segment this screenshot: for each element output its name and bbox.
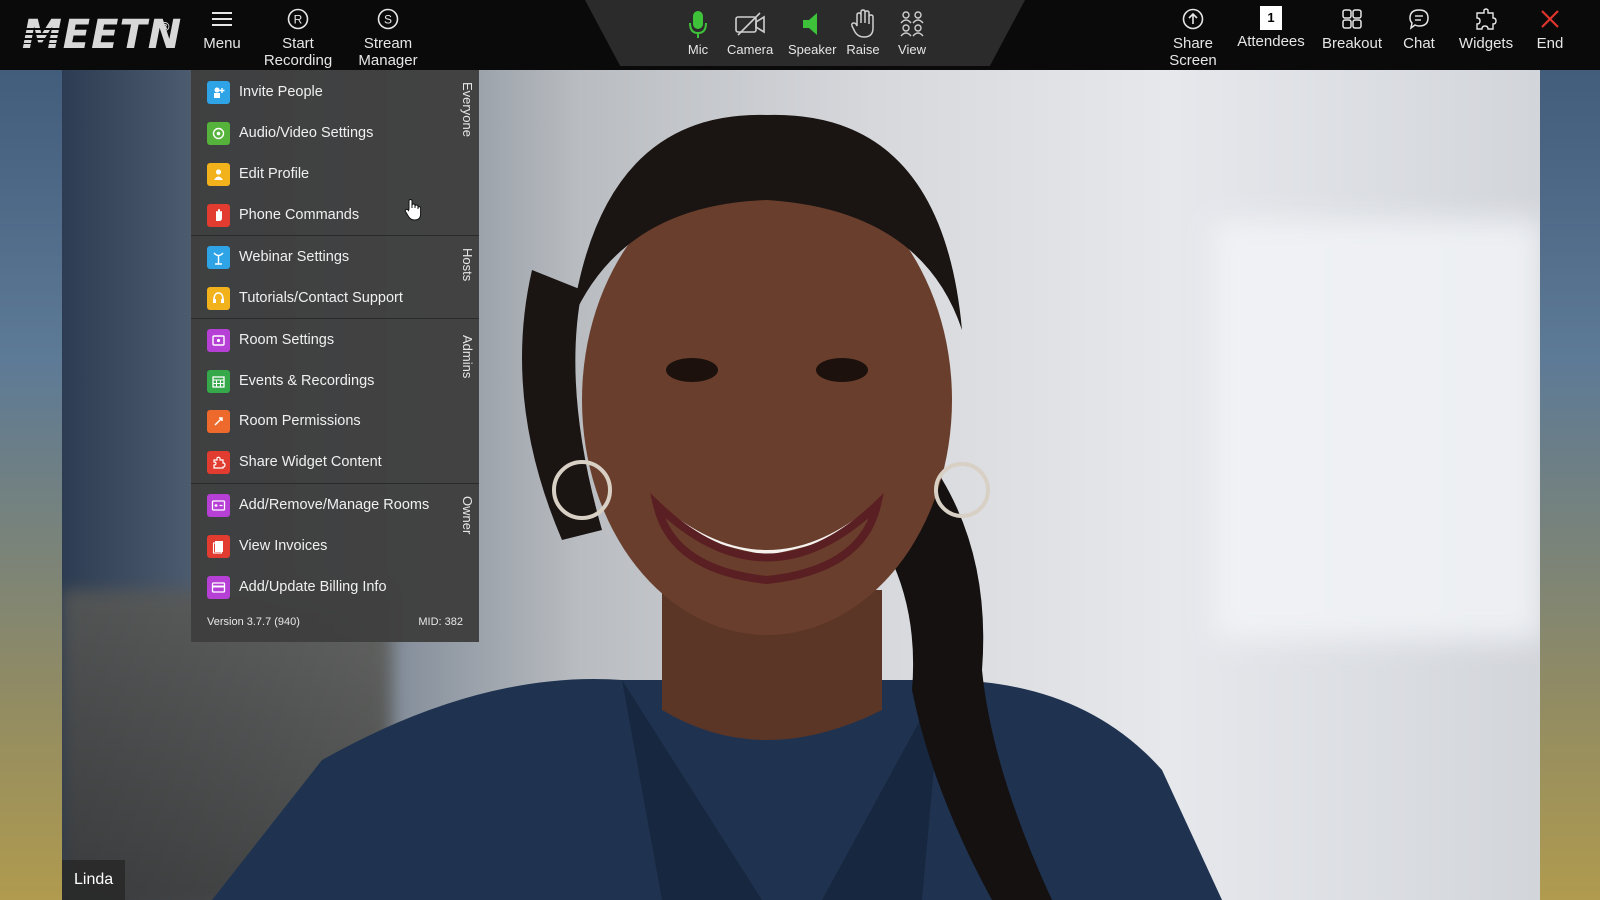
attendees-button[interactable]: 1 Attendees — [1236, 6, 1306, 50]
main-menu-panel: Everyone Hosts Admins Owner Invite Peopl… — [191, 70, 479, 642]
section-label-owner: Owner — [460, 496, 475, 535]
billing-icon — [207, 575, 230, 599]
menu-item-webinar-settings[interactable]: Webinar Settings — [207, 237, 457, 277]
raise-hand-button[interactable]: Raise — [845, 8, 881, 57]
calendar-icon — [207, 369, 230, 393]
top-toolbar: MEETN ® Menu R Start Recording S Stream … — [0, 0, 1600, 70]
phone-commands-icon — [207, 203, 230, 227]
stream-manager-button[interactable]: S Stream Manager — [352, 6, 424, 69]
permissions-icon — [207, 409, 230, 433]
svg-text:R: R — [294, 13, 303, 27]
menu-item-tutorials-contact-support[interactable]: Tutorials/Contact Support — [207, 278, 457, 318]
menu-footer: Version 3.7.7 (940) MID: 382 — [207, 616, 463, 634]
invoices-icon — [207, 534, 230, 558]
webinar-icon — [207, 245, 230, 269]
menu-item-room-settings[interactable]: Room Settings — [207, 320, 457, 360]
svg-text:S: S — [384, 13, 392, 27]
camera-button[interactable]: Camera — [727, 8, 773, 57]
participant-name-tag: Linda — [62, 860, 126, 900]
hamburger-icon — [212, 12, 232, 26]
speaker-button[interactable]: Speaker — [788, 8, 836, 57]
chat-button[interactable]: Chat — [1398, 6, 1440, 52]
stream-icon: S — [377, 8, 399, 30]
share-screen-button[interactable]: Share Screen — [1166, 6, 1220, 69]
microphone-icon — [689, 11, 707, 38]
section-label-everyone: Everyone — [460, 82, 475, 137]
camera-off-icon — [735, 12, 765, 36]
menu-item-view-invoices[interactable]: View Invoices — [207, 526, 457, 566]
section-label-admins: Admins — [460, 335, 475, 379]
av-settings-icon — [207, 121, 230, 145]
chat-icon — [1409, 9, 1429, 30]
menu-item-invite-people[interactable]: Invite People — [207, 72, 457, 112]
start-recording-button[interactable]: R Start Recording — [262, 6, 334, 69]
menu-item-events-recordings[interactable]: Events & Recordings — [207, 361, 457, 401]
section-label-hosts: Hosts — [460, 248, 475, 282]
widget-share-icon — [207, 450, 230, 474]
close-icon — [1541, 10, 1559, 28]
record-icon: R — [287, 8, 309, 30]
version-text: Version 3.7.7 (940) — [207, 616, 300, 628]
grid-people-icon — [900, 11, 924, 37]
hand-icon — [851, 9, 874, 38]
breakout-icon — [1342, 9, 1362, 29]
mid-text: MID: 382 — [418, 616, 463, 628]
support-icon — [207, 286, 230, 310]
menu-item-edit-profile[interactable]: Edit Profile — [207, 154, 457, 194]
menu-item-billing-info[interactable]: Add/Update Billing Info — [207, 567, 457, 607]
speaker-icon — [803, 13, 817, 35]
meetn-logo: MEETN ® — [22, 12, 183, 58]
share-screen-icon — [1182, 8, 1204, 30]
widgets-icon — [1476, 8, 1497, 30]
room-settings-icon — [207, 328, 230, 352]
breakout-button[interactable]: Breakout — [1322, 6, 1382, 52]
attendees-icon: 1 — [1260, 6, 1282, 30]
widgets-button[interactable]: Widgets — [1458, 6, 1514, 52]
menu-button[interactable]: Menu — [202, 6, 242, 52]
mic-button[interactable]: Mic — [682, 8, 714, 57]
menu-item-audio-video-settings[interactable]: Audio/Video Settings — [207, 113, 457, 153]
menu-item-room-permissions[interactable]: Room Permissions — [207, 401, 457, 441]
profile-icon — [207, 162, 230, 186]
hand-cursor-icon — [404, 198, 422, 221]
end-button[interactable]: End — [1534, 6, 1566, 52]
menu-item-share-widget-content[interactable]: Share Widget Content — [207, 442, 457, 482]
manage-rooms-icon — [207, 493, 230, 517]
invite-icon — [207, 80, 230, 104]
menu-item-manage-rooms[interactable]: Add/Remove/Manage Rooms — [207, 485, 457, 525]
view-button[interactable]: View — [896, 8, 928, 57]
